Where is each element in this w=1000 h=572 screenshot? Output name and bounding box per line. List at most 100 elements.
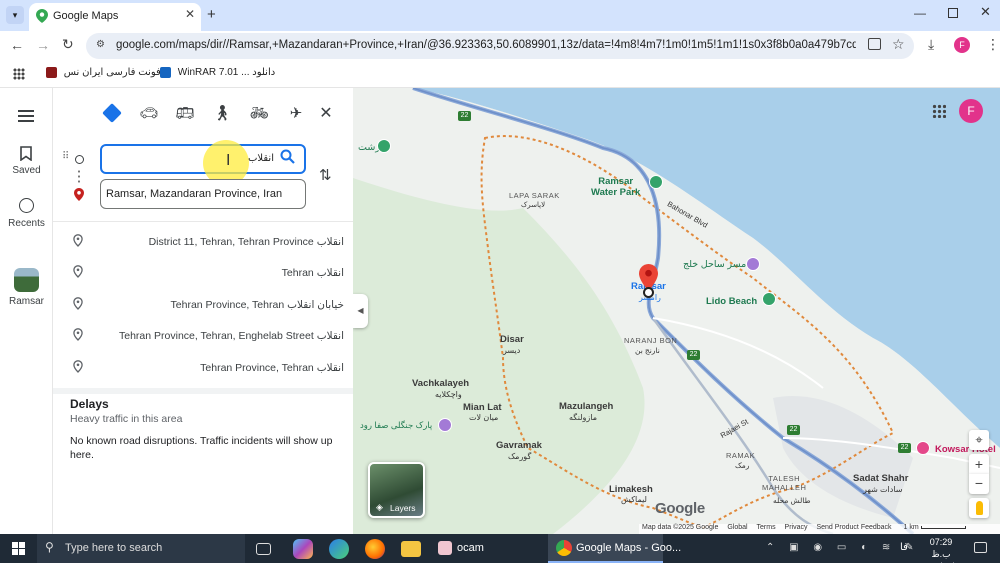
tray-icons[interactable]: ⌃ ▣ ◉ ▭ ◐ ≋ ✎ xyxy=(766,542,919,553)
tab-list-button[interactable]: ▾ xyxy=(6,6,24,24)
apps-grid-icon[interactable] xyxy=(13,68,25,80)
download-icon[interactable]: ⤓ xyxy=(928,36,934,53)
file-explorer-icon[interactable] xyxy=(401,541,421,557)
close-directions-icon[interactable]: ✕ xyxy=(315,102,337,124)
scale-label[interactable]: 1 km xyxy=(904,524,919,531)
map-label-water-park[interactable]: Ramsar Water Park xyxy=(591,176,640,198)
notification-icon[interactable] xyxy=(974,542,987,553)
new-tab-button[interactable]: + xyxy=(207,6,216,23)
back-icon[interactable]: ← xyxy=(10,37,24,53)
maps-rail: Saved Recents Ramsar xyxy=(0,88,53,534)
suggestion-item[interactable]: Tehran Province, Tehran, Enghelab Street… xyxy=(53,321,353,352)
delays-title: Delays xyxy=(70,397,109,411)
menu-icon[interactable] xyxy=(18,110,34,122)
clock-time: 07:29 ب.ظ xyxy=(929,537,953,559)
road-shield: 22 xyxy=(787,425,800,435)
drag-handle-icon[interactable]: ⠿ xyxy=(62,152,69,162)
taskbar-app-label: ocam xyxy=(457,542,484,554)
task-view-icon[interactable] xyxy=(256,543,271,555)
restore-button[interactable] xyxy=(948,8,958,18)
feedback-link[interactable]: Send Product Feedback xyxy=(816,524,891,531)
road-shield: 22 xyxy=(687,350,700,360)
cycling-icon[interactable]: 🚲︎ xyxy=(248,102,270,124)
site-info-icon[interactable]: ⚙ xyxy=(96,39,105,50)
bookmark-item[interactable]: WinRAR 7.01 ... دانلود xyxy=(160,67,275,78)
forward-icon[interactable]: → xyxy=(36,37,50,53)
browser-tab[interactable]: Google Maps ✕ xyxy=(29,3,201,31)
park-marker-icon[interactable] xyxy=(762,292,776,306)
firefox-icon[interactable] xyxy=(365,539,385,559)
reload-icon[interactable]: ↻ xyxy=(62,36,74,53)
street-view-pegman-icon[interactable] xyxy=(969,498,989,518)
hotel-marker-icon[interactable] xyxy=(916,441,930,455)
transit-icon[interactable]: 🚌︎ xyxy=(174,102,196,124)
browser-menu-icon[interactable]: ⋮ xyxy=(986,36,1000,53)
map-label-lido-beach[interactable]: Lido Beach xyxy=(706,296,757,307)
taskbar-app-chrome[interactable]: Google Maps - Goo... xyxy=(548,534,681,563)
account-avatar[interactable]: F xyxy=(959,99,983,123)
chrome-icon xyxy=(556,540,572,556)
bookmark-item[interactable]: فونت فارسی ایران نس... xyxy=(46,67,169,78)
suggestion-item[interactable]: Tehran انقلاب xyxy=(53,258,353,289)
zoom-in-button[interactable]: + xyxy=(969,454,989,474)
map-label-naranj-bon: NARANJ BON xyxy=(624,336,678,345)
suggestion-label: Tehran Province, Tehran انقلاب xyxy=(200,362,344,374)
recent-place-button[interactable]: Ramsar xyxy=(0,266,53,312)
suggestion-item[interactable]: Tehran Province, Tehran انقلاب xyxy=(53,353,353,384)
bookmark-star-icon[interactable]: ☆ xyxy=(892,36,905,53)
language-indicator[interactable]: فا xyxy=(900,542,908,553)
terms-link[interactable]: Terms xyxy=(757,524,776,531)
map-label-ramak-fa: رمک xyxy=(735,461,750,470)
privacy-link[interactable]: Privacy xyxy=(785,524,808,531)
park-marker-icon[interactable] xyxy=(377,139,391,153)
map-label-limakesh: Limakesh xyxy=(609,484,653,495)
suggestion-label: District 11, Tehran, Tehran Province انق… xyxy=(148,236,344,248)
url-text: google.com/maps/dir//Ramsar,+Mazandaran+… xyxy=(116,39,856,51)
profile-avatar[interactable]: F xyxy=(954,37,970,53)
destination-input[interactable]: Ramsar, Mazandaran Province, Iran xyxy=(100,179,306,209)
delays-subtitle: Heavy traffic in this area xyxy=(70,413,183,425)
saved-button[interactable]: Saved xyxy=(0,144,53,180)
map-label-mazulangeh-fa: مازولنگه xyxy=(569,413,598,422)
recents-button[interactable]: Recents xyxy=(0,196,53,232)
global-link[interactable]: Global xyxy=(727,524,747,531)
destination-pin-icon xyxy=(74,188,84,201)
taskbar-search-box[interactable]: ⚲ Type here to search xyxy=(37,534,245,563)
map-label-ramsar-beach[interactable]: رامسر ساحل خلج xyxy=(683,259,753,270)
layers-button[interactable]: ◈ Layers xyxy=(368,462,425,518)
map-label-disar-fa: دیسر xyxy=(503,346,521,355)
search-icon[interactable] xyxy=(280,149,295,167)
minimize-button[interactable]: — xyxy=(914,6,926,20)
install-app-icon[interactable] xyxy=(868,38,881,50)
walking-icon[interactable]: 🚶︎ xyxy=(211,102,233,124)
best-route-icon[interactable] xyxy=(101,102,123,124)
swap-directions-icon[interactable]: ⇅ xyxy=(319,166,332,184)
map-canvas[interactable]: Ramsar Water Park LAPA SARAK لاپاسرک رشت… xyxy=(353,88,1000,534)
suggestion-item[interactable]: District 11, Tehran, Tehran Province انق… xyxy=(53,227,353,258)
flight-icon[interactable]: ✈︎ xyxy=(285,102,307,124)
url-field[interactable]: ⚙ google.com/maps/dir//Ramsar,+Mazandara… xyxy=(86,33,914,59)
suggestion-item[interactable]: Tehran Province, Tehran خیابان انقلاب xyxy=(53,290,353,321)
google-apps-icon[interactable] xyxy=(932,104,946,118)
recents-label: Recents xyxy=(8,218,45,229)
clock[interactable]: 07:29 ب.ظ ۱۴۰۳/۱۲/۰۱ xyxy=(920,536,964,572)
attraction-marker-icon[interactable] xyxy=(746,257,760,271)
map-label-vachkalayeh-fa: واچکلایه xyxy=(435,390,462,399)
collapse-panel-button[interactable]: ◀ xyxy=(353,294,368,328)
layers-icon: ◈ xyxy=(376,502,383,512)
tab-bar: ▾ Google Maps ✕ + — ✕ xyxy=(0,0,1000,31)
copilot-icon[interactable] xyxy=(293,539,313,559)
taskbar-app-ocam[interactable]: ocam xyxy=(432,534,542,563)
attribution-text: Map data ©2025 Google xyxy=(642,524,719,531)
park-marker-icon[interactable] xyxy=(649,175,663,189)
close-window-button[interactable]: ✕ xyxy=(980,4,991,20)
my-location-button[interactable]: ⌖ xyxy=(969,430,989,450)
map-label-safarood[interactable]: پارک جنگلی صفا رود xyxy=(360,420,432,431)
start-windows-icon[interactable] xyxy=(12,542,25,555)
zoom-out-button[interactable]: − xyxy=(969,474,989,494)
attraction-marker-icon[interactable] xyxy=(438,418,452,432)
map-label-sadat-shahr: Sadat Shahr xyxy=(853,473,909,484)
tab-close-icon[interactable]: ✕ xyxy=(185,7,195,21)
edge-icon[interactable] xyxy=(329,539,349,559)
car-icon[interactable]: 🚗︎ xyxy=(138,102,160,124)
